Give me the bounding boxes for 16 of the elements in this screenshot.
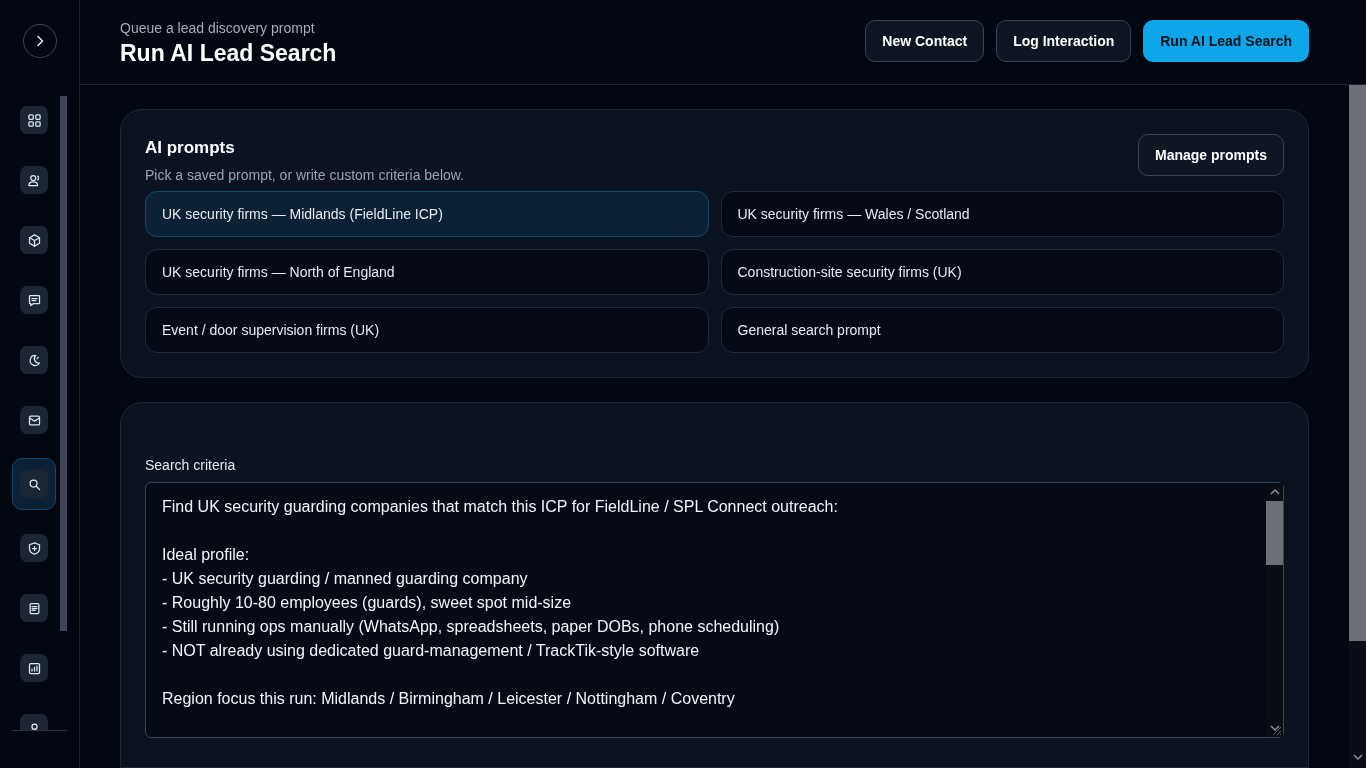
field-label: Search criteria xyxy=(145,457,237,473)
card-title: AI prompts xyxy=(145,138,236,158)
primary-button[interactable]: Run AI Lead Search xyxy=(1143,20,1309,62)
manage-prompts-button[interactable]: Manage prompts xyxy=(1138,134,1284,176)
prompt-option[interactable]: General search prompt xyxy=(720,307,1284,353)
page-title: Run AI Lead Search xyxy=(120,39,337,67)
prompt-option[interactable]: UK security firms — Midlands (FieldLine ICP) xyxy=(145,191,709,237)
prompt-option[interactable]: Event / door supervision firms (UK) xyxy=(145,307,709,353)
prompt-option[interactable]: UK security firms — North of England xyxy=(145,249,709,295)
page-subtitle: Queue a lead discovery prompt xyxy=(120,19,316,36)
header-button[interactable]: New Contact xyxy=(865,20,985,62)
search-criteria-field[interactable]: Find UK security guarding companies that match this ICP for FieldLine / SPL Connect outreach: Ideal profile: - UK security guarding / manned guarding company - Roughly 10-80 employees (guards), sweet spot mid-size - Still running ops manually (WhatsApp, spreadsheets, paper DOBs, phone scheduling) - NOT already using dedicated guard-management / TrackTik-style software Region focus this run: Midlands / Birmingham / Leicester / Nottingham / Coventry xyxy=(145,482,1284,738)
prompt-option[interactable]: Construction-site security firms (UK) xyxy=(720,249,1284,295)
card-subtitle: Pick a saved prompt, or write custom criteria below. xyxy=(145,167,464,183)
header-button[interactable]: Log Interaction xyxy=(996,20,1132,62)
prompt-option[interactable]: UK security firms — Wales / Scotland xyxy=(720,191,1284,237)
